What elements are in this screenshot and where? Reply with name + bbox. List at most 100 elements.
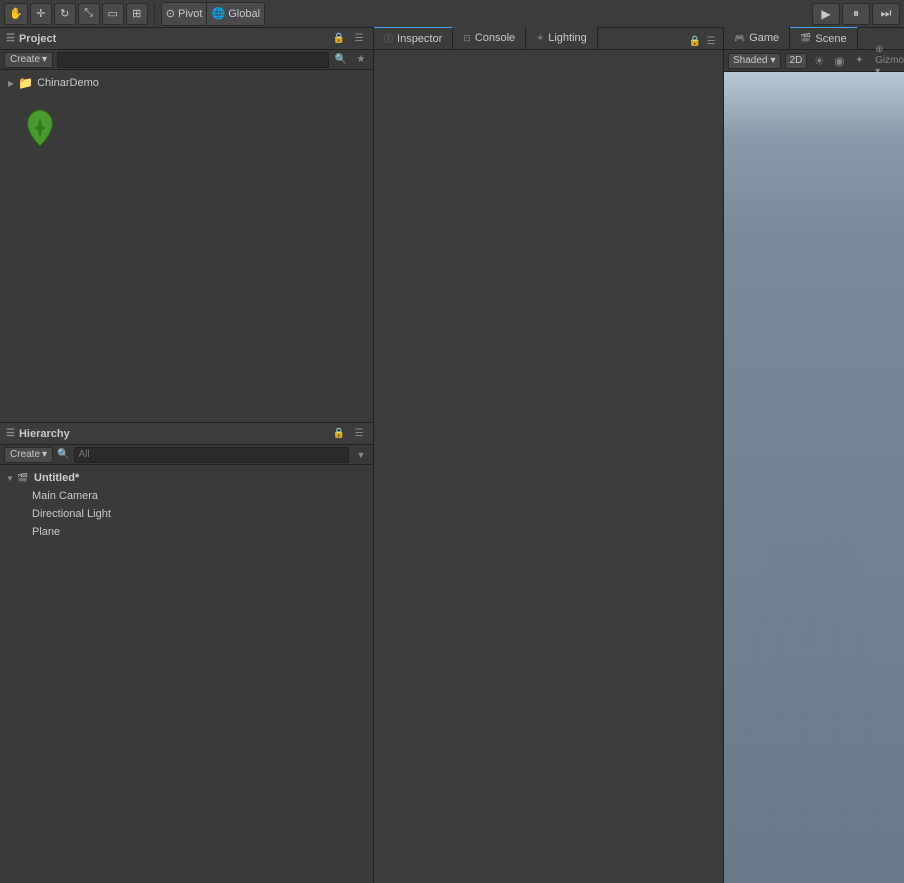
pivot-global-group: ⊙ Pivot 🌐 Global [161,2,265,26]
scale-tool-button[interactable]: ⤡ [78,3,100,25]
scene-tab-label: Scene [815,33,846,45]
left-panel: ☰ Project 🔒 ☰ Create ▾ 🔍 ★ ▶ [0,28,374,883]
global-button[interactable]: 🌐 Global [207,3,264,25]
scene-sound-icon[interactable]: ◉ [831,53,847,69]
game-tab-icon: 🎮 [734,33,745,44]
root-arrow-icon: ▼ [6,474,16,483]
inspector-tab[interactable]: ⓘ Inspector [374,27,453,49]
project-tab[interactable]: ☰ Project [6,33,56,45]
hierarchy-tab-icon: ☰ [6,428,15,439]
2d-button[interactable]: 2D [785,53,808,69]
toolbar-separator-1 [154,4,155,24]
middle-panel: ⓘ Inspector ⊡ Console ☀ Lighting 🔒 ☰ [374,28,724,883]
hierarchy-create-button[interactable]: Create ▾ [4,447,53,463]
inspector-tab-icon: ⓘ [384,32,393,45]
project-panel-actions: 🔒 ☰ [331,31,367,47]
scene-item-icon: 🎬 [16,473,30,483]
middle-tab-actions: 🔒 ☰ [687,33,723,49]
main-layout: ☰ Project 🔒 ☰ Create ▾ 🔍 ★ ▶ [0,28,904,883]
project-tab-icon: ☰ [6,33,15,44]
project-panel: ☰ Project 🔒 ☰ Create ▾ 🔍 ★ ▶ [0,28,373,423]
hand-tool-button[interactable]: ✋ [4,3,28,25]
middle-tabs-header: ⓘ Inspector ⊡ Console ☀ Lighting 🔒 ☰ [374,28,723,50]
move-tool-button[interactable]: ✛ [30,3,52,25]
project-star-icon[interactable]: ★ [353,52,369,68]
folder-name: ChinarDemo [37,77,99,89]
scene-effects-icon[interactable]: ✦ [851,53,867,69]
hierarchy-create-label: Create [10,449,40,460]
shaded-arrow-icon: ▾ [770,55,775,66]
scene-tab[interactable]: 🎬 Scene [790,27,857,49]
hierarchy-create-arrow: ▾ [42,449,47,460]
project-tab-label: Project [19,33,56,45]
root-scene-name: Untitled* [34,472,79,484]
project-search-icon[interactable]: 🔍 [333,52,349,68]
pivot-button[interactable]: ⊙ Pivot [162,3,208,25]
project-menu-icon[interactable]: ☰ [351,31,367,47]
asset-icon-container [16,104,64,152]
hierarchy-search-input[interactable] [74,447,350,463]
folder-icon: 📁 [18,76,33,90]
hierarchy-root-item[interactable]: ▼ 🎬 Untitled* [0,469,373,487]
step-button[interactable]: ⏭ [872,3,900,25]
main-camera-name: Main Camera [32,490,98,502]
pivot-label: Pivot [178,8,202,20]
hierarchy-toolbar: Create ▾ 🔍 ▼ [0,445,373,465]
inspector-tab-label: Inspector [397,33,442,45]
project-assets-area [4,92,369,164]
middle-menu-icon[interactable]: ☰ [703,33,719,49]
inspector-content-area [374,50,723,883]
shaded-dropdown[interactable]: Shaded ▾ [728,53,781,69]
project-create-button[interactable]: Create ▾ [4,52,53,68]
hierarchy-panel-header: ☰ Hierarchy 🔒 ☰ [0,423,373,445]
project-lock-icon[interactable]: 🔒 [331,31,347,47]
middle-lock-icon[interactable]: 🔒 [687,33,703,49]
lighting-tab-label: Lighting [548,32,587,44]
hierarchy-item-directional-light[interactable]: Directional Light [0,505,373,523]
scene-gizmos-icon[interactable]: ⊕ Gizmos ▾ [884,53,900,69]
folder-arrow-icon: ▶ [8,79,14,88]
folder-item-chinar[interactable]: ▶ 📁 ChinarDemo [4,74,369,92]
hierarchy-menu-icon[interactable]: ☰ [351,426,367,442]
lighting-tab[interactable]: ☀ Lighting [526,27,598,49]
console-tab[interactable]: ⊡ Console [453,27,526,49]
plane-name: Plane [32,526,60,538]
project-search-input[interactable] [57,52,329,68]
2d-label: 2D [790,55,803,66]
pause-button[interactable]: ⏸ [842,3,870,25]
game-tab-label: Game [749,32,779,44]
main-toolbar: ✋ ✛ ↻ ⤡ ▭ ⊞ ⊙ Pivot 🌐 Global ▶ ⏸ ⏭ [0,0,904,28]
rect-tool-button[interactable]: ▭ [102,3,124,25]
scene-toolbar: Shaded ▾ 2D ☀ ◉ ✦ ⊕ Gizmos ▾ [724,50,904,72]
hierarchy-content: ▼ 🎬 Untitled* Main Camera Directional Li… [0,465,373,883]
project-toolbar: Create ▾ 🔍 ★ [0,50,373,70]
asset-item-chinar[interactable] [12,100,68,156]
scene-view[interactable] [724,72,904,883]
project-create-label: Create [10,54,40,65]
hierarchy-item-main-camera[interactable]: Main Camera [0,487,373,505]
scene-tab-icon: 🎬 [800,33,811,44]
hierarchy-panel: ☰ Hierarchy 🔒 ☰ Create ▾ 🔍 ▼ [0,423,373,883]
hierarchy-tab-label: Hierarchy [19,428,70,440]
shaded-label: Shaded [733,55,767,66]
playback-controls: ▶ ⏸ ⏭ [812,3,900,25]
global-label: Global [228,8,260,20]
hierarchy-search-prefix-icon: 🔍 [57,449,69,460]
lighting-tab-icon: ☀ [536,33,544,44]
hierarchy-item-plane[interactable]: Plane [0,523,373,541]
hierarchy-lock-icon[interactable]: 🔒 [331,426,347,442]
transform-tool-button[interactable]: ⊞ [126,3,148,25]
play-button[interactable]: ▶ [812,3,840,25]
project-panel-header: ☰ Project 🔒 ☰ [0,28,373,50]
scene-light-icon[interactable]: ☀ [811,53,827,69]
project-create-arrow: ▾ [42,54,47,65]
global-icon: 🌐 [211,7,225,20]
unity-leaf-icon [20,108,60,148]
rotate-tool-button[interactable]: ↻ [54,3,76,25]
game-tab[interactable]: 🎮 Game [724,27,790,49]
directional-light-name: Directional Light [32,508,111,520]
pivot-icon: ⊙ [166,7,175,20]
hierarchy-filter-icon[interactable]: ▼ [353,447,369,463]
hierarchy-tab[interactable]: ☰ Hierarchy [6,428,70,440]
hierarchy-panel-actions: 🔒 ☰ [331,426,367,442]
